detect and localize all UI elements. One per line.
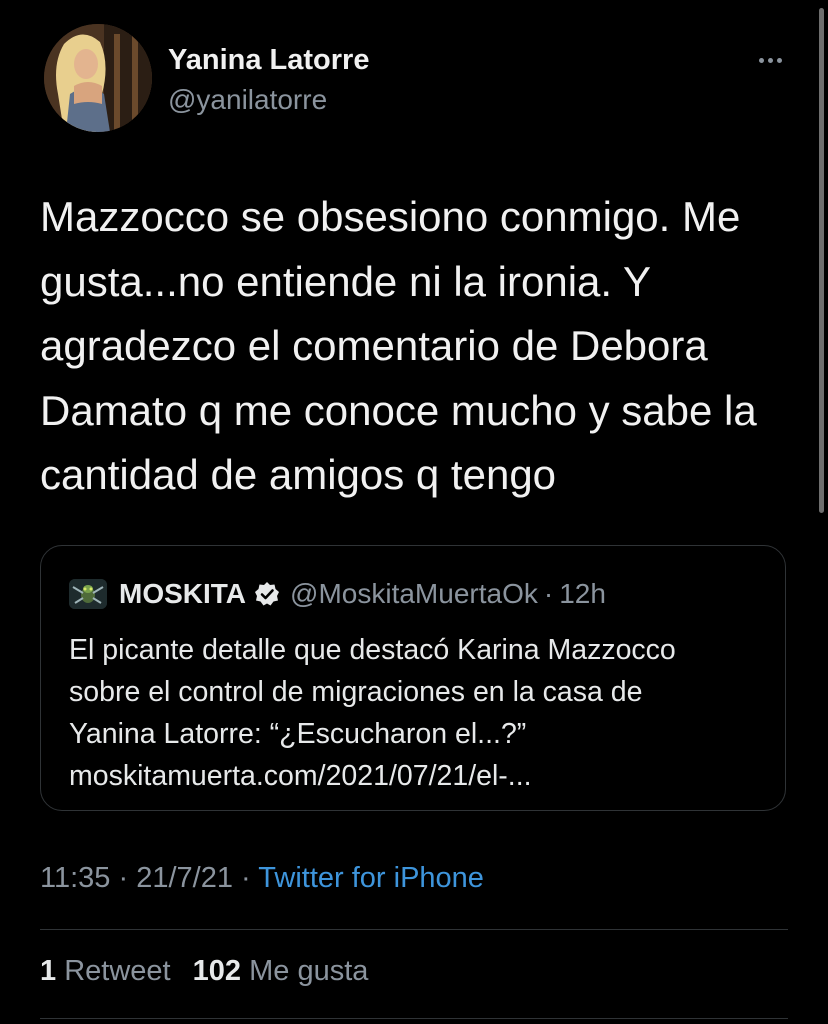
likes-count: 102 — [192, 955, 242, 987]
tweet-stats: 1 Retweet 102 Me gusta — [40, 955, 382, 988]
quoted-author-name: MOSKITA — [119, 578, 247, 609]
verified-badge-icon — [254, 581, 280, 607]
quoted-tweet-header: MOSKITA @MoskitaMuertaOk · 12h — [69, 574, 606, 614]
retweets-count: 1 — [40, 955, 57, 987]
quoted-tweet-line: El picante detalle que destacó Karina Ma… — [69, 634, 676, 666]
mosquito-logo-icon — [69, 579, 107, 609]
quoted-tweet-line: sobre el control de migraciones en la ca… — [69, 676, 643, 708]
quoted-tweet-text: El picante detalle que destacó Karina Ma… — [69, 629, 769, 797]
tweet-text: Mazzocco se obsesiono conmigo. Me gusta.… — [40, 193, 757, 498]
author-name[interactable]: Yanina Latorre — [168, 44, 369, 77]
more-dot-icon — [767, 57, 773, 63]
divider — [40, 929, 788, 930]
quoted-tweet-card[interactable]: MOSKITA @MoskitaMuertaOk · 12h El picant… — [40, 545, 786, 811]
tweet-source-link[interactable]: Twitter for iPhone — [258, 862, 484, 894]
likes-label: Me gusta — [249, 955, 369, 987]
tweet-time: 11:35 — [40, 862, 111, 894]
tweet-metadata: 11:35 · 21/7/21 · Twitter for iPhone — [40, 862, 484, 895]
author-avatar[interactable] — [44, 24, 152, 132]
quoted-tweet-link[interactable]: moskitamuerta.com/2021/07/21/el-... — [69, 755, 769, 797]
quoted-tweet-time: 12h — [559, 578, 606, 609]
scrollbar[interactable] — [819, 8, 824, 513]
divider — [40, 1018, 788, 1019]
retweets-label: Retweet — [64, 955, 171, 987]
more-options-button[interactable] — [750, 48, 790, 72]
separator-dot: · — [241, 862, 251, 894]
tweet-header: Yanina Latorre @yanilatorre — [40, 24, 790, 136]
tweet-detail-screen: Yanina Latorre @yanilatorre Mazzocco se … — [0, 0, 828, 1024]
quoted-author-handle: @MoskitaMuertaOk — [290, 578, 538, 609]
more-dot-icon — [758, 57, 764, 63]
separator-dot: · — [543, 578, 554, 609]
tweet-date: 21/7/21 — [136, 862, 233, 894]
retweets-stat[interactable]: 1 Retweet — [40, 955, 179, 987]
quoted-author-avatar — [69, 579, 107, 609]
author-handle[interactable]: @yanilatorre — [168, 84, 327, 116]
profile-photo-icon — [44, 24, 152, 132]
quoted-tweet-line: Yanina Latorre: “¿Escucharon el...?” — [69, 718, 527, 750]
likes-stat[interactable]: 102 Me gusta — [193, 955, 369, 987]
more-dot-icon — [776, 57, 782, 63]
separator-dot: · — [118, 862, 129, 894]
